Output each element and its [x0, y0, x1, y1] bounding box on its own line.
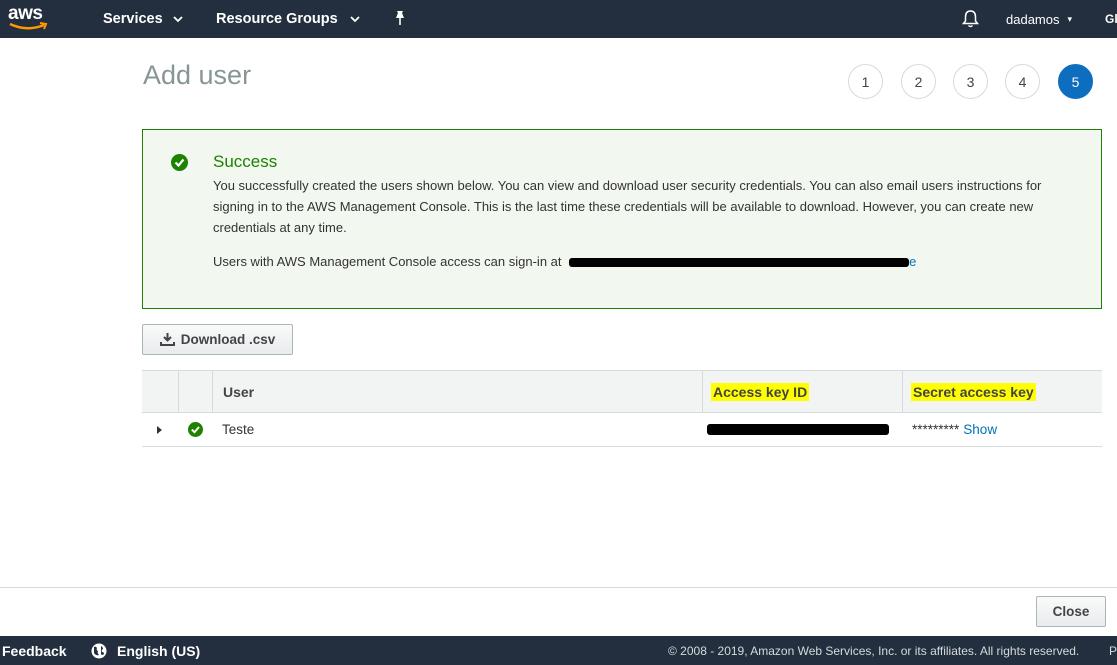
- access-key-id-cell: [707, 413, 889, 446]
- download-csv-label: Download .csv: [180, 332, 276, 347]
- signin-link-tail: e: [909, 254, 917, 269]
- table-header: User Access key ID Secret access key: [142, 370, 1102, 413]
- copyright-text: © 2008 - 2019, Amazon Web Services, Inc.…: [668, 643, 1080, 658]
- globe-icon: [91, 643, 107, 658]
- username-label: dadamos: [1006, 11, 1060, 27]
- wizard-step-3[interactable]: 3: [953, 64, 988, 99]
- expand-row-icon[interactable]: [156, 413, 164, 446]
- aws-logo[interactable]: aws: [8, 3, 50, 33]
- resource-groups-menu[interactable]: Resource Groups: [216, 0, 360, 38]
- close-button[interactable]: Close: [1036, 596, 1106, 627]
- language-selector[interactable]: English (US): [91, 636, 200, 665]
- success-description: You successfully created the users shown…: [213, 178, 1042, 235]
- user-column-header[interactable]: User: [212, 371, 702, 412]
- secret-masked-value: *********: [912, 422, 960, 437]
- footer-divider: [0, 587, 1117, 588]
- redacted-signin-url: [569, 258, 910, 268]
- close-label: Close: [1052, 604, 1090, 619]
- signin-prefix: Users with AWS Management Console access…: [213, 254, 562, 269]
- success-check-icon: [171, 154, 188, 171]
- privacy-policy-link[interactable]: P: [1109, 636, 1117, 665]
- secret-access-key-column-header[interactable]: Secret access key: [902, 371, 1102, 412]
- wizard-step-5[interactable]: 5: [1058, 64, 1093, 99]
- access-key-id-header-label: Access key ID: [711, 382, 810, 401]
- services-label: Services: [103, 11, 163, 27]
- user-header-label: User: [223, 383, 255, 400]
- secret-access-key-cell: ********* Show: [912, 413, 997, 446]
- download-csv-button[interactable]: Download .csv: [142, 324, 293, 355]
- wizard-step-2[interactable]: 2: [901, 64, 936, 99]
- success-alert: Success You successfully created the use…: [142, 129, 1102, 309]
- chevron-down-icon: [350, 15, 360, 22]
- chevron-down-icon: [173, 15, 183, 22]
- success-title: Success: [213, 152, 278, 171]
- wizard-step-4[interactable]: 4: [1005, 64, 1040, 99]
- services-menu[interactable]: Services: [103, 0, 183, 38]
- wizard-step-1[interactable]: 1: [848, 64, 883, 99]
- region-menu[interactable]: Gl: [1105, 0, 1117, 38]
- signin-line: Users with AWS Management Console access…: [213, 254, 916, 269]
- status-column-header: [178, 371, 212, 412]
- expand-column-header: [142, 371, 178, 412]
- pin-icon[interactable]: [393, 10, 407, 26]
- redacted-access-key-id: [707, 424, 889, 435]
- access-key-id-column-header[interactable]: Access key ID: [702, 371, 902, 412]
- language-label: English (US): [117, 642, 201, 659]
- bell-icon[interactable]: [962, 9, 979, 28]
- account-menu[interactable]: dadamos ▾: [1006, 0, 1072, 38]
- show-secret-link[interactable]: Show: [963, 422, 997, 437]
- secret-access-key-header-label: Secret access key: [911, 382, 1036, 401]
- credentials-table: User Access key ID Secret access key Tes…: [142, 370, 1102, 447]
- page-title: Add user: [143, 60, 252, 90]
- signin-url-link[interactable]: e: [569, 254, 916, 269]
- user-cell: Teste: [222, 422, 255, 437]
- row-status-check-icon: [188, 413, 203, 446]
- console-footer: Feedback English (US) © 2008 - 2019, Ama…: [0, 636, 1117, 665]
- caret-down-icon: ▾: [1067, 13, 1073, 24]
- resource-groups-label: Resource Groups: [216, 11, 338, 27]
- feedback-link[interactable]: Feedback: [2, 636, 67, 665]
- feedback-label: Feedback: [2, 642, 67, 659]
- download-icon: [159, 333, 175, 346]
- table-row: Teste ********* Show: [142, 413, 1102, 447]
- aws-smile-icon: [9, 22, 48, 30]
- top-nav: aws Services Resource Groups dadamos ▾ G…: [0, 0, 1117, 38]
